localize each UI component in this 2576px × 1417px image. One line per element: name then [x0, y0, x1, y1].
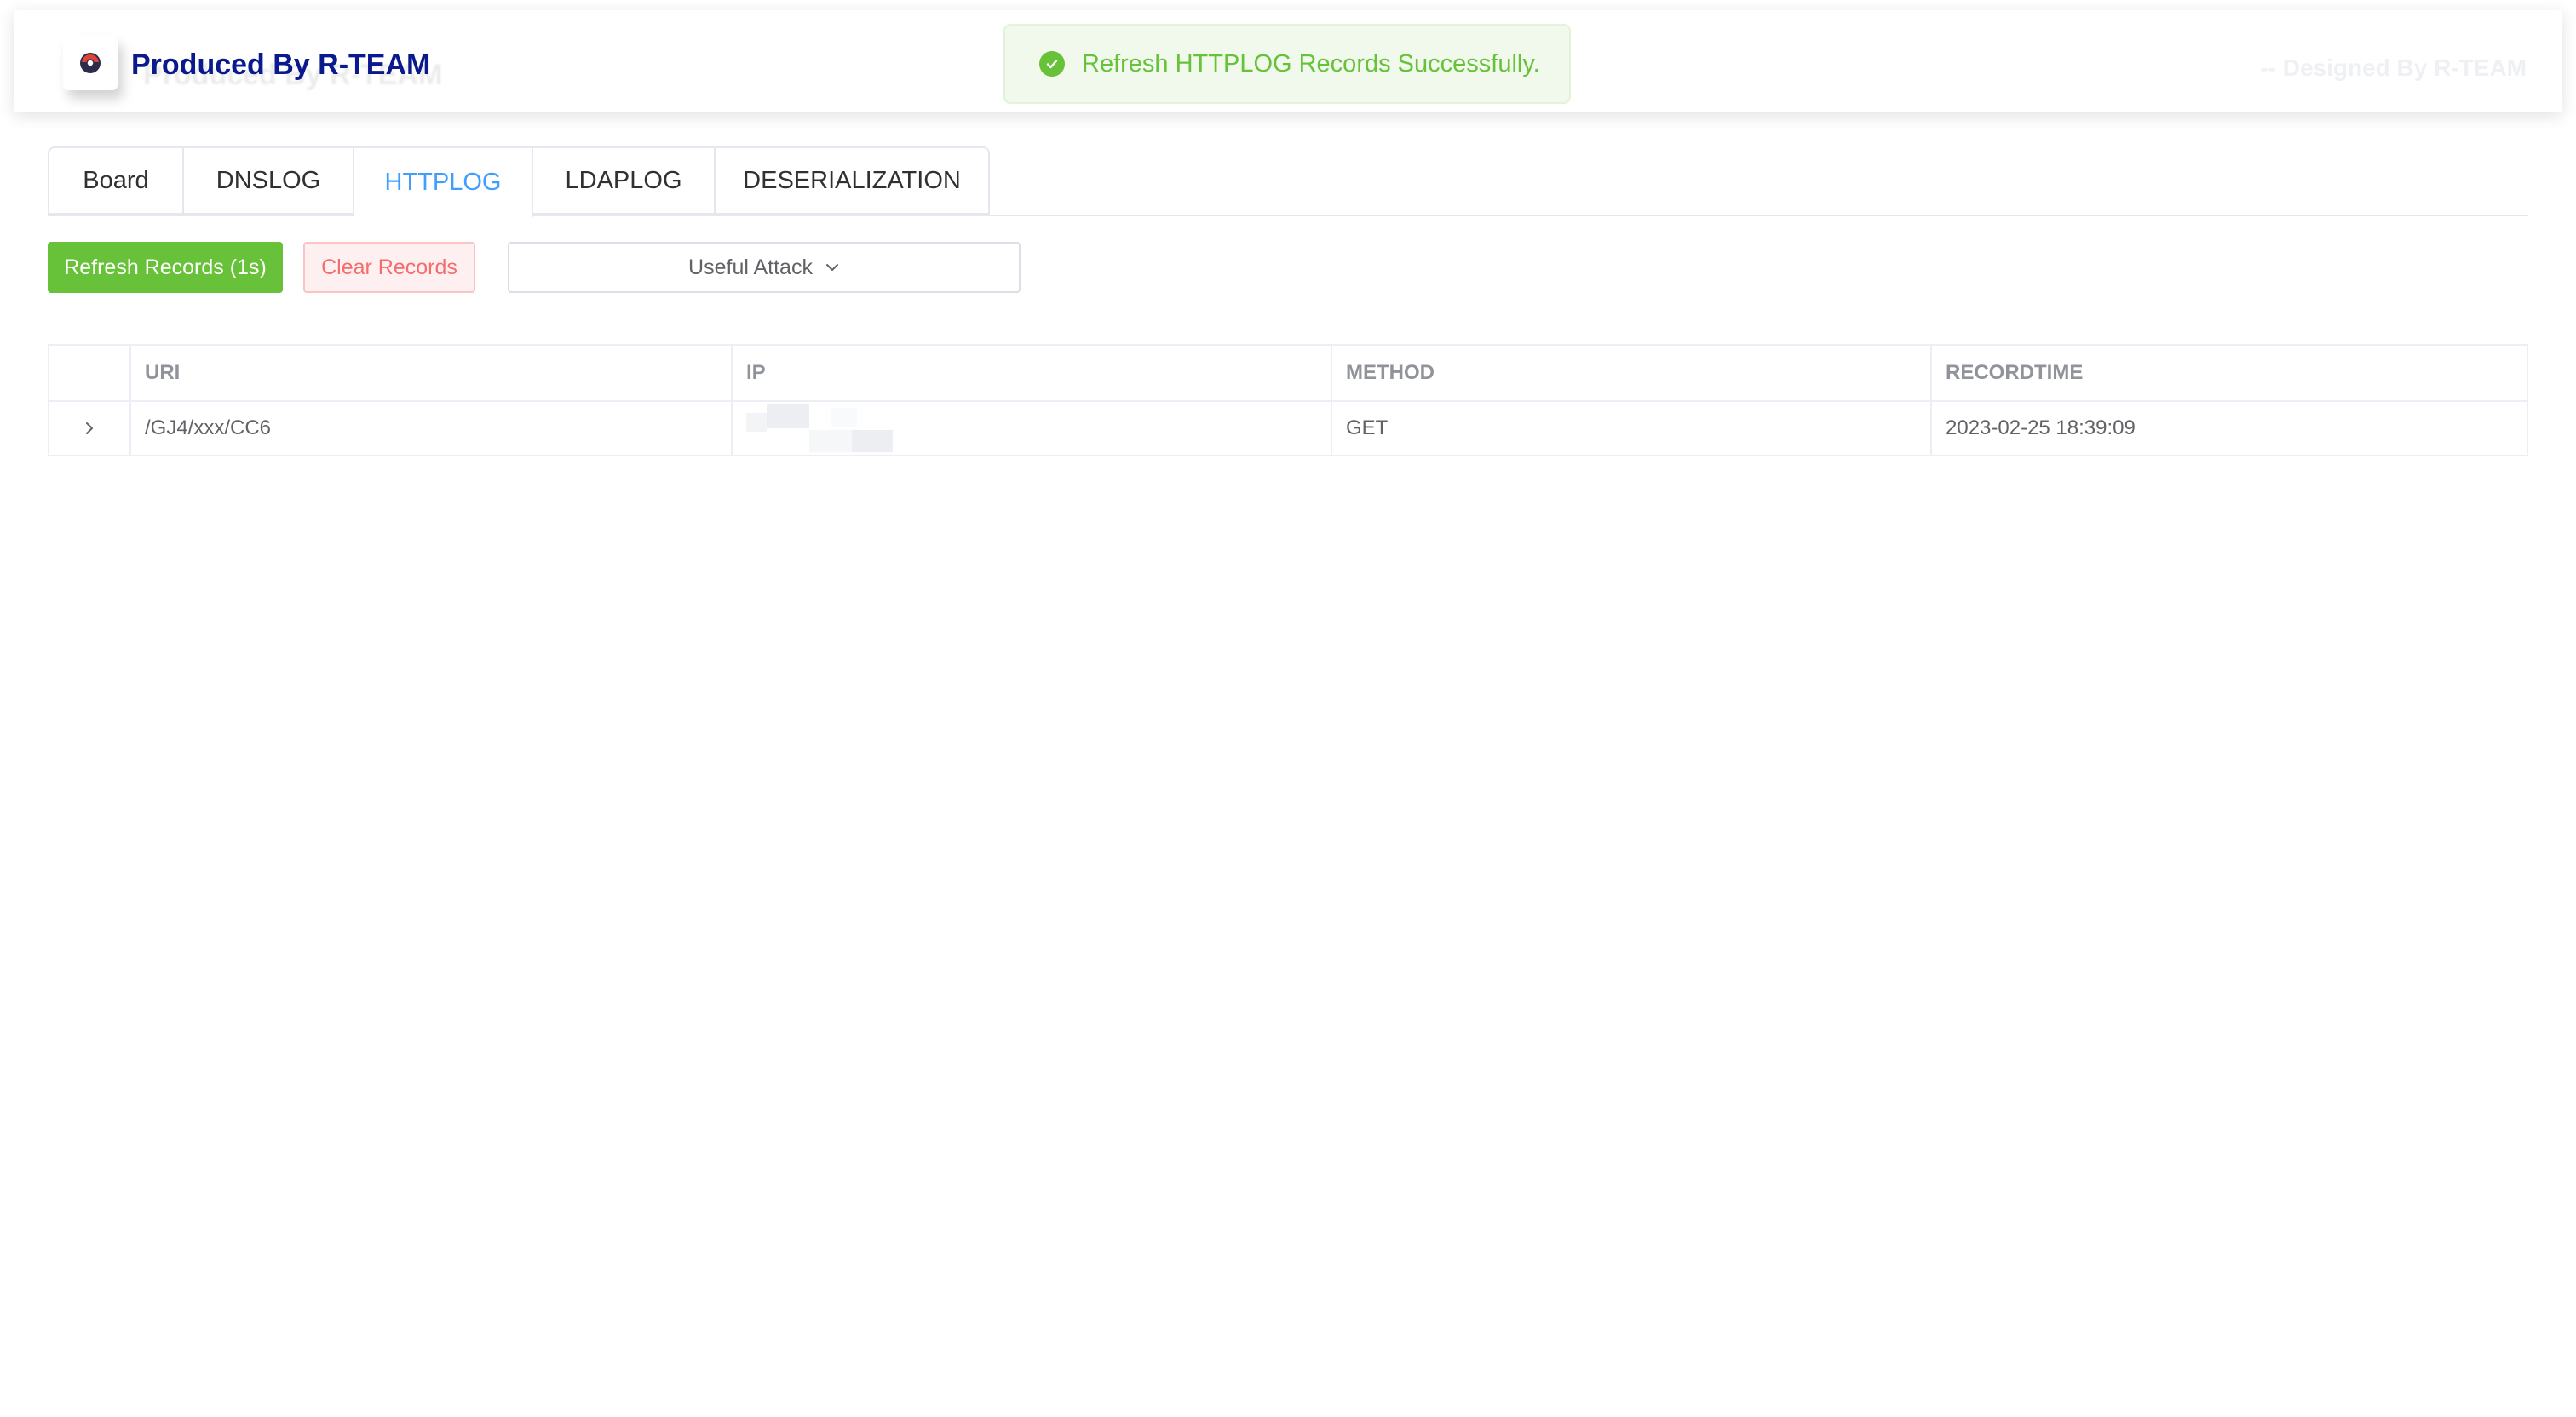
chevron-down-icon	[825, 262, 840, 272]
tab-dnslog[interactable]: DNSLOG	[184, 146, 354, 215]
tab-bar: Board DNSLOG HTTPLOG LDAPLOG DESERIALIZA…	[48, 146, 990, 218]
column-header-method[interactable]: METHOD	[1331, 346, 1930, 400]
row-expand-toggle[interactable]	[49, 402, 129, 455]
redacted-ip-mosaic	[746, 404, 917, 452]
success-toast: Refresh HTTPLOG Records Successfully.	[1003, 24, 1571, 104]
tab-httplog[interactable]: HTTPLOG	[354, 146, 533, 218]
useful-attack-label: Useful Attack	[688, 255, 813, 279]
column-header-ip[interactable]: IP	[731, 346, 1331, 400]
cell-recordtime: 2023-02-25 18:39:09	[1930, 402, 2527, 455]
useful-attack-dropdown[interactable]: Useful Attack	[508, 242, 1021, 293]
column-header-uri[interactable]: URI	[129, 346, 731, 400]
table-header-row: URI IP METHOD RECORDTIME	[49, 346, 2527, 400]
success-check-icon	[1039, 51, 1065, 77]
pokeball-icon	[80, 53, 101, 73]
designed-by-text: -- Designed By R-TEAM	[2260, 54, 2527, 81]
tab-deserialization[interactable]: DESERIALIZATION	[716, 146, 990, 215]
clear-records-button[interactable]: Clear Records	[303, 242, 475, 293]
chevron-right-icon	[86, 422, 93, 434]
logo	[63, 36, 118, 90]
cell-uri: /GJ4/xxx/CC6	[129, 402, 731, 455]
tab-board[interactable]: Board	[48, 146, 184, 215]
httplog-table: URI IP METHOD RECORDTIME /GJ4/xxx/CC6 GE…	[48, 344, 2528, 456]
brand-title: Produced By R-TEAM	[131, 49, 431, 81]
table-row: /GJ4/xxx/CC6 GET 2023-02-25 18:39:09	[49, 400, 2527, 455]
cell-ip	[731, 402, 1331, 455]
expand-column-header	[49, 346, 129, 400]
refresh-records-button[interactable]: Refresh Records (1s)	[48, 242, 283, 293]
cell-method: GET	[1331, 402, 1930, 455]
column-header-recordtime[interactable]: RECORDTIME	[1930, 346, 2527, 400]
tab-ldaplog[interactable]: LDAPLOG	[533, 146, 716, 215]
toast-message: Refresh HTTPLOG Records Successfully.	[1082, 49, 1540, 77]
